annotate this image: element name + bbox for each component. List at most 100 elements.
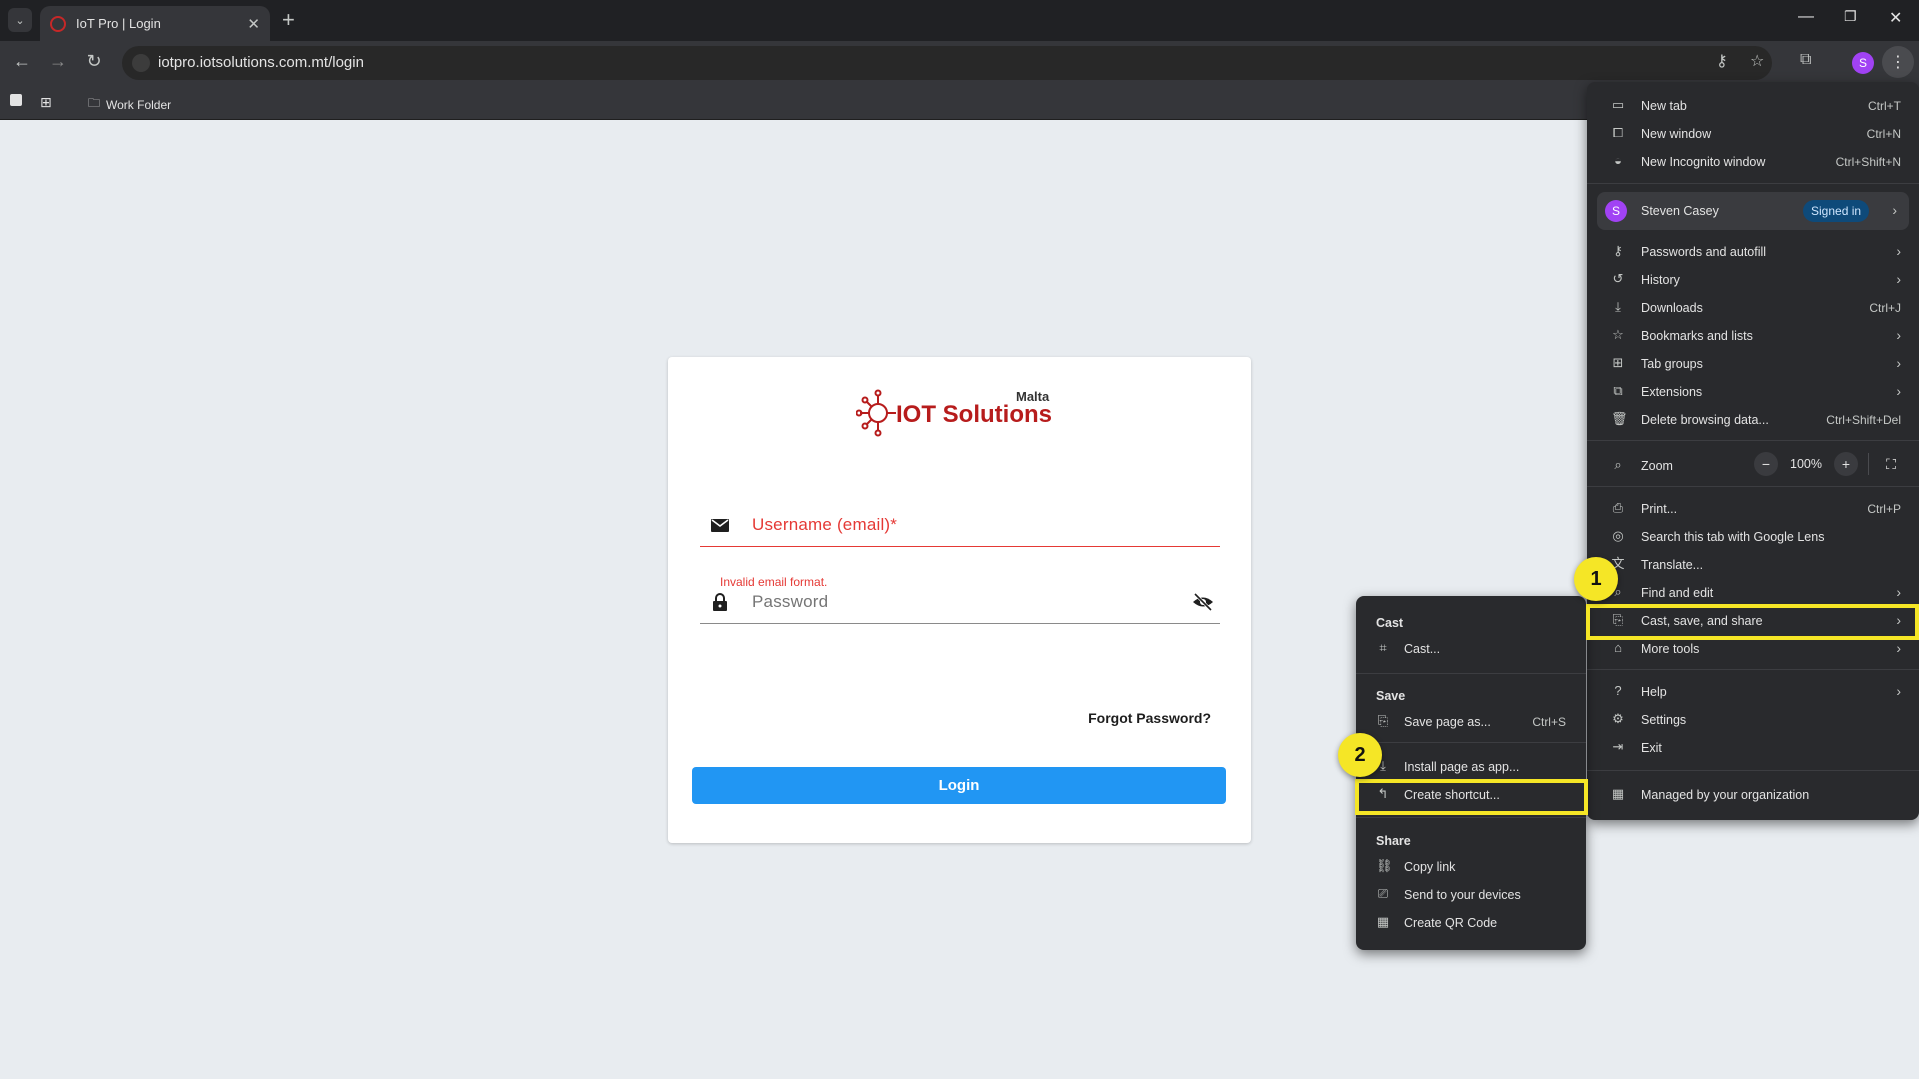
menu-print[interactable]: ⎙ Print... Ctrl+P: [1587, 495, 1919, 523]
menu-translate[interactable]: 文 Translate...: [1587, 551, 1919, 579]
chevron-right-icon: ›: [1896, 327, 1901, 343]
chevron-right-icon: ›: [1896, 383, 1901, 399]
fullscreen-icon[interactable]: ⛶: [1879, 452, 1903, 476]
zoom-divider: [1868, 453, 1869, 475]
submenu-divider: [1356, 742, 1586, 743]
password-key-icon[interactable]: ⚷: [1716, 51, 1728, 71]
puzzle-icon: ⧉: [1613, 383, 1623, 398]
zoom-in-button[interactable]: +: [1834, 452, 1858, 476]
apps-square-icon[interactable]: [10, 94, 22, 106]
bookmark-star-icon[interactable]: ☆: [1750, 51, 1764, 71]
menu-downloads[interactable]: ⤓ Downloads Ctrl+J: [1587, 294, 1919, 322]
tab-search-button[interactable]: ⌄: [8, 8, 32, 32]
menu-profile[interactable]: S Steven Casey Signed in ›: [1597, 192, 1909, 230]
chevron-right-icon: ›: [1896, 584, 1901, 600]
site-info-icon[interactable]: [132, 54, 150, 72]
highlight-cast-save-share: [1586, 604, 1919, 640]
trash-icon: 🗑: [1611, 411, 1628, 426]
menu-delete-data[interactable]: 🗑 Delete browsing data... Ctrl+Shift+Del: [1587, 406, 1919, 434]
address-bar[interactable]: iotpro.iotsolutions.com.mt/login: [122, 46, 1772, 80]
forgot-password-link[interactable]: Forgot Password?: [1088, 710, 1211, 726]
submenu-cast[interactable]: ⌗ Cast...: [1356, 635, 1586, 663]
menu-incognito[interactable]: ◒ New Incognito window Ctrl+Shift+N: [1587, 148, 1919, 176]
menu-find-edit[interactable]: ⌕ Find and edit ›: [1587, 579, 1919, 607]
iot-solutions-logo: IOT Solutions Malta: [855, 387, 1066, 437]
logo-sub-text: Malta: [1016, 389, 1050, 404]
apps-grid-icon[interactable]: ⊞: [40, 94, 52, 111]
site-favicon-icon: [50, 15, 66, 32]
reload-button[interactable]: ↻: [82, 51, 106, 72]
exit-icon: ⇥: [1612, 739, 1624, 754]
building-icon: ▦: [1611, 786, 1625, 801]
menu-extensions[interactable]: ⧉ Extensions ›: [1587, 378, 1919, 406]
menu-google-lens[interactable]: ◎ Search this tab with Google Lens: [1587, 523, 1919, 551]
tab-title: IoT Pro | Login: [76, 16, 161, 31]
minimize-button[interactable]: —: [1798, 8, 1814, 26]
profile-name: Steven Casey: [1641, 204, 1719, 218]
menu-settings[interactable]: ⚙ Settings: [1587, 706, 1919, 734]
new-window-icon: ⧠: [1612, 125, 1624, 140]
chrome-menu-button[interactable]: ⋮: [1882, 46, 1914, 78]
history-icon: ↺: [1612, 271, 1624, 286]
close-window-button[interactable]: ✕: [1889, 8, 1902, 28]
step-1-marker: 1: [1574, 557, 1618, 601]
menu-divider: [1587, 669, 1919, 670]
menu-divider: [1587, 486, 1919, 487]
zoom-out-button[interactable]: −: [1754, 452, 1778, 476]
menu-passwords[interactable]: ⚷ Passwords and autofill ›: [1587, 238, 1919, 266]
menu-managed[interactable]: ▦ Managed by your organization: [1587, 781, 1919, 809]
active-tab[interactable]: IoT Pro | Login ✕: [40, 6, 270, 41]
username-underline: [700, 546, 1220, 547]
submenu-qr-code[interactable]: ▦ Create QR Code: [1356, 909, 1586, 937]
browser-toolbar: ← → ↻ iotpro.iotsolutions.com.mt/login ⚷…: [0, 41, 1919, 85]
new-tab-button[interactable]: +: [282, 8, 295, 32]
devices-icon: ⎚: [1377, 886, 1389, 901]
menu-divider: [1587, 770, 1919, 771]
password-field[interactable]: Password: [700, 584, 1220, 624]
login-card: IOT Solutions Malta Username (email)* In…: [668, 357, 1251, 843]
visibility-off-icon[interactable]: [1192, 593, 1214, 611]
submenu-save-page[interactable]: ⎘ Save page as... Ctrl+S: [1356, 708, 1586, 736]
save-header: Save: [1376, 689, 1406, 703]
forward-button[interactable]: →: [46, 51, 70, 72]
menu-tab-groups[interactable]: ⊞ Tab groups ›: [1587, 350, 1919, 378]
profile-avatar[interactable]: S: [1852, 52, 1874, 74]
back-button[interactable]: ←: [10, 51, 34, 72]
menu-help[interactable]: ? Help ›: [1587, 678, 1919, 706]
menu-divider: [1587, 440, 1919, 441]
chevron-right-icon: ›: [1896, 355, 1901, 371]
login-button[interactable]: Login: [692, 767, 1226, 804]
menu-exit[interactable]: ⇥ Exit: [1587, 734, 1919, 762]
password-underline: [700, 623, 1220, 624]
tab-close-icon[interactable]: ✕: [247, 15, 260, 33]
profile-avatar-icon: S: [1605, 200, 1627, 222]
extensions-icon[interactable]: ⧉: [1800, 51, 1811, 69]
menu-new-window[interactable]: ⧠ New window Ctrl+N: [1587, 120, 1919, 148]
submenu-copy-link[interactable]: ⛓ Copy link: [1356, 853, 1586, 881]
submenu-send-devices[interactable]: ⎚ Send to your devices: [1356, 881, 1586, 909]
new-tab-icon: ▭: [1611, 97, 1625, 112]
qr-code-icon: ▦: [1376, 914, 1390, 929]
restore-button[interactable]: ❐: [1844, 8, 1857, 25]
cast-header: Cast: [1376, 616, 1404, 630]
star-icon: ☆: [1612, 327, 1624, 342]
menu-divider: [1587, 183, 1919, 184]
bookmark-work-folder[interactable]: 🗀 Work Folder: [88, 94, 171, 115]
lock-icon: [713, 593, 727, 611]
key-icon: ⚷: [1613, 243, 1623, 258]
username-field[interactable]: Username (email)*: [700, 507, 1220, 547]
chevron-right-icon: ›: [1896, 271, 1901, 287]
menu-history[interactable]: ↺ History ›: [1587, 266, 1919, 294]
highlight-create-shortcut: [1355, 779, 1588, 815]
submenu-install-app[interactable]: ⤓ Install page as app...: [1356, 753, 1586, 781]
zoom-icon: ⌕: [1614, 457, 1622, 472]
lens-icon: ◎: [1612, 528, 1624, 543]
menu-new-tab[interactable]: ▭ New tab Ctrl+T: [1587, 92, 1919, 120]
tab-groups-icon: ⊞: [1612, 355, 1624, 370]
chevron-right-icon: ›: [1896, 683, 1901, 699]
signed-in-badge: Signed in: [1803, 200, 1870, 222]
menu-bookmarks[interactable]: ☆ Bookmarks and lists ›: [1587, 322, 1919, 350]
save-page-icon: ⎘: [1377, 713, 1389, 728]
cast-save-share-submenu: Cast ⌗ Cast... Save ⎘ Save page as... Ctrl+…: [1356, 596, 1586, 950]
incognito-icon: ◒: [1614, 153, 1622, 168]
